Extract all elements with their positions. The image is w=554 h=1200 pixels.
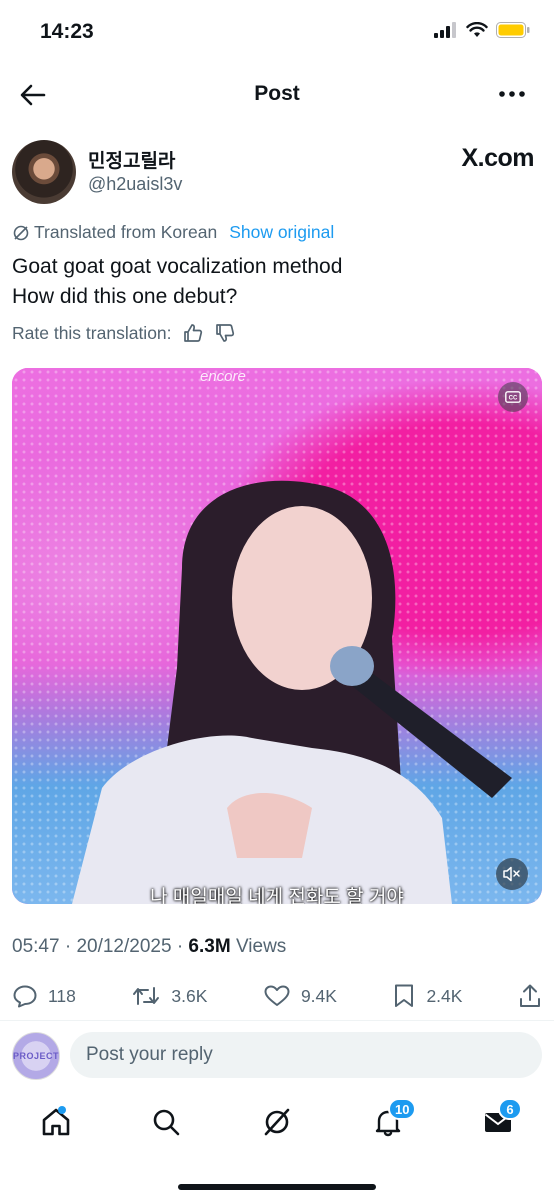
thumbs-down-icon[interactable] <box>214 322 236 344</box>
reply-icon <box>13 985 37 1008</box>
search-icon <box>153 1109 180 1136</box>
captions-button[interactable]: CC <box>498 382 528 412</box>
post-time: 05:47 <box>12 936 60 957</box>
signal-icon <box>434 22 456 38</box>
translation-label: Translated from Korean <box>34 222 218 242</box>
heart-icon <box>264 985 290 1006</box>
post-text: Goat goat goat vocalization method How d… <box>12 252 542 312</box>
post-video[interactable]: encore CC 나 매일매일 네게 전화도 할 거야 <box>12 368 542 904</box>
messages-badge: 6 <box>498 1098 522 1120</box>
more-options-icon[interactable] <box>498 84 526 104</box>
post-text-line-1: Goat goat goat vocalization method <box>12 255 343 278</box>
current-user-avatar-text: PROJECT <box>13 1051 60 1061</box>
repost-icon <box>133 987 160 1005</box>
reply-input[interactable]: Post your reply <box>70 1032 542 1078</box>
like-button[interactable]: 9.4K <box>263 984 337 1008</box>
home-unread-dot <box>58 1106 66 1114</box>
meta-separator-2: · <box>176 936 184 957</box>
post-text-line-2: How did this one debut? <box>12 285 238 308</box>
bookmark-count: 2.4K <box>426 985 463 1006</box>
status-time: 14:23 <box>40 20 94 43</box>
reply-button[interactable]: 118 <box>12 984 76 1008</box>
bookmark-icon <box>395 984 414 1007</box>
video-subtitle: 나 매일매일 네게 전화도 할 거야 <box>150 887 404 904</box>
tab-notifications[interactable]: 10 <box>368 1098 417 1142</box>
views-count[interactable]: 6.3M <box>188 936 230 957</box>
status-bar: 14:23 <box>0 0 554 66</box>
meta-separator: · <box>64 936 72 957</box>
author-avatar[interactable] <box>12 140 76 204</box>
current-user-avatar[interactable]: PROJECT <box>12 1032 60 1080</box>
tab-grok[interactable] <box>257 1102 297 1142</box>
rate-translation-label: Rate this translation: <box>12 322 172 343</box>
top-nav: Post <box>0 68 554 120</box>
page-title: Post <box>254 82 300 105</box>
divider <box>0 1020 554 1021</box>
post-meta: 05:47 · 20/12/2025 · 6.3M Views <box>12 936 286 958</box>
rate-translation: Rate this translation: <box>12 322 236 344</box>
post-actions: 118 3.6K 9.4K 2.4K <box>12 980 542 1012</box>
reply-placeholder: Post your reply <box>86 1044 213 1065</box>
tab-messages[interactable]: 6 <box>478 1098 522 1142</box>
post-date: 20/12/2025 <box>76 936 172 957</box>
svg-text:CC: CC <box>509 396 518 402</box>
tab-search[interactable] <box>146 1102 186 1142</box>
singer-silhouette <box>72 480 512 904</box>
views-label: Views <box>235 936 287 957</box>
share-button[interactable] <box>518 983 542 1009</box>
stage-watermark: encore <box>200 368 246 385</box>
bottom-tab-bar: 10 6 <box>0 1094 554 1150</box>
like-count: 9.4K <box>300 985 337 1006</box>
repost-button[interactable]: 3.6K <box>131 984 207 1008</box>
reply-count: 118 <box>48 985 76 1006</box>
repost-count: 3.6K <box>171 985 208 1006</box>
author-name[interactable]: 민정고릴라 <box>88 146 175 173</box>
grok-icon <box>264 1108 290 1136</box>
wifi-icon <box>466 22 488 37</box>
home-icon <box>42 1108 70 1136</box>
battery-icon <box>496 22 530 38</box>
speaker-muted-icon <box>503 866 520 882</box>
share-icon <box>519 984 540 1007</box>
notifications-badge: 10 <box>388 1098 417 1120</box>
show-original-link[interactable]: Show original <box>229 222 334 243</box>
tab-home[interactable] <box>36 1102 76 1142</box>
post-author: 민정고릴라 @h2uaisl3v X.com <box>12 138 534 208</box>
status-icons <box>434 22 530 38</box>
translate-icon <box>13 225 29 240</box>
author-handle[interactable]: @h2uaisl3v <box>88 174 182 195</box>
thumbs-up-icon[interactable] <box>182 322 204 344</box>
captions-icon: CC <box>505 391 521 403</box>
translation-notice: Translated from Korean Show original <box>12 222 334 243</box>
reply-composer: PROJECT Post your reply <box>12 1030 542 1080</box>
xcom-watermark: X.com <box>461 144 534 172</box>
home-indicator <box>178 1184 376 1190</box>
bookmark-button[interactable]: 2.4K <box>392 983 462 1009</box>
